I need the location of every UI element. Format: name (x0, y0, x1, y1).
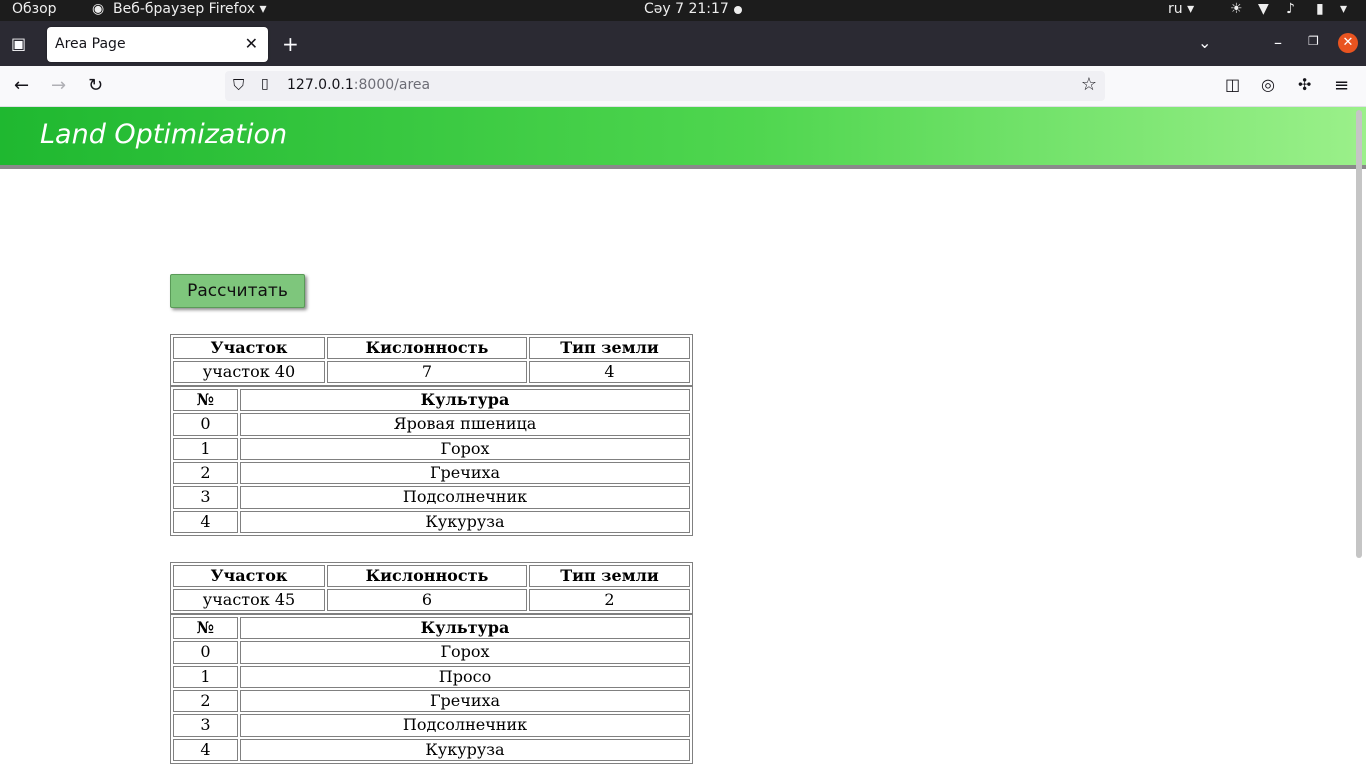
header-crop: Культура (240, 617, 690, 640)
crop-name: Яровая пшеница (240, 413, 690, 436)
table-row: участок 45 6 2 (173, 589, 690, 611)
crop-name: Просо (240, 665, 690, 688)
crop-number: 2 (173, 689, 238, 713)
crop-number: 1 (173, 665, 238, 688)
page-header: Land Optimization (0, 107, 1366, 169)
table-row: 1 Просо (173, 665, 690, 688)
header-acidity: Кислонность (327, 565, 527, 587)
close-tab-icon[interactable]: ✕ (245, 34, 258, 53)
page-title: Land Optimization (40, 119, 288, 150)
crop-name: Гречиха (240, 689, 690, 713)
soil-type-value: 4 (529, 361, 690, 383)
table-row: участок 40 7 4 (173, 361, 690, 383)
header-crop: Культура (240, 389, 690, 412)
table-row: 0 Горох (173, 641, 690, 664)
crop-table: № Культура 0 Яровая пшеница 1 Горох 2 Гречи… (170, 386, 693, 536)
bookmark-star-icon[interactable]: ☆ (1081, 74, 1097, 95)
account-icon[interactable]: ◎ (1261, 75, 1275, 94)
maximize-icon[interactable]: ❐ (1308, 34, 1319, 48)
page-scrollbar[interactable] (1356, 110, 1362, 558)
crop-number: 1 (173, 437, 238, 460)
reload-icon[interactable]: ↻ (88, 75, 103, 96)
pocket-icon[interactable]: ◫ (1225, 75, 1240, 94)
header-soil-type: Тип земли (529, 565, 690, 587)
forward-icon: → (51, 75, 67, 96)
clock[interactable]: Сәу 7 21:17 (644, 1, 729, 17)
table-row: 1 Горох (173, 437, 690, 460)
notification-dot (734, 6, 742, 14)
tab-overview-icon[interactable]: ▣ (11, 34, 26, 53)
table-row: 3 Подсолнечник (173, 486, 690, 509)
activities-button[interactable]: Обзор (12, 1, 57, 17)
crop-number: 3 (173, 714, 238, 737)
list-tabs-chevron-icon[interactable]: ⌄ (1198, 33, 1211, 52)
crop-number: 2 (173, 461, 238, 485)
menu-icon[interactable]: ≡ (1334, 75, 1349, 96)
crop-name: Кукуруза (240, 738, 690, 761)
url-text[interactable]: 127.0.0.1:8000/area (287, 77, 430, 93)
plot-info-table: Участок Кислонность Тип земли участок 45… (170, 562, 693, 614)
header-plot: Участок (173, 565, 325, 587)
crop-number: 0 (173, 413, 238, 436)
header-number: № (173, 389, 238, 412)
back-icon[interactable]: ← (14, 75, 29, 96)
brightness-icon[interactable]: ☀ (1230, 1, 1243, 17)
volume-icon[interactable]: ♪ (1286, 1, 1295, 17)
table-row: 2 Гречиха (173, 689, 690, 713)
system-top-bar: Обзор ◉ Веб-браузер Firefox ▾ Сәу 7 21:1… (0, 0, 1366, 21)
tab-area-page[interactable]: Area Page ✕ (47, 27, 268, 62)
system-menu-chevron-icon[interactable]: ▾ (1340, 1, 1347, 17)
battery-icon[interactable]: ▮ (1316, 1, 1324, 17)
table-header-row: Участок Кислонность Тип земли (173, 565, 690, 587)
table-row: 4 Кукуруза (173, 510, 690, 533)
crop-name: Кукуруза (240, 510, 690, 533)
crop-number: 4 (173, 738, 238, 761)
table-row: 3 Подсолнечник (173, 714, 690, 737)
crop-name: Горох (240, 437, 690, 460)
header-soil-type: Тип земли (529, 337, 690, 359)
crop-number: 4 (173, 510, 238, 533)
crop-name: Подсолнечник (240, 486, 690, 509)
calculate-button[interactable]: Рассчитать (170, 274, 305, 308)
plot-name: участок 45 (173, 589, 325, 611)
new-tab-icon[interactable]: + (282, 32, 299, 56)
app-menu[interactable]: Веб-браузер Firefox ▾ (113, 1, 267, 17)
browser-nav-bar: ← → ↻ ⛉ ▯ 127.0.0.1:8000/area ☆ ◫ ◎ ✣ ≡ (0, 66, 1366, 107)
crop-name: Горох (240, 641, 690, 664)
tab-title: Area Page (55, 36, 126, 52)
plot-info-table: Участок Кислонность Тип земли участок 40… (170, 334, 693, 386)
crop-number: 0 (173, 641, 238, 664)
header-acidity: Кислонность (327, 337, 527, 359)
acidity-value: 6 (327, 589, 527, 611)
header-plot: Участок (173, 337, 325, 359)
table-header-row: № Культура (173, 389, 690, 412)
crop-table: № Культура 0 Горох 1 Просо 2 Гречиха 3 Подсо… (170, 614, 693, 764)
crop-name: Гречиха (240, 461, 690, 485)
close-window-icon[interactable]: ✕ (1338, 33, 1358, 53)
language-indicator[interactable]: ru ▾ (1168, 1, 1194, 17)
firefox-app-icon: ◉ (92, 1, 105, 17)
plot-name: участок 40 (173, 361, 325, 383)
wifi-icon[interactable]: ▼ (1258, 1, 1269, 17)
soil-type-value: 2 (529, 589, 690, 611)
crop-number: 3 (173, 486, 238, 509)
shield-icon[interactable]: ⛉ (233, 76, 244, 94)
table-header-row: Участок Кислонность Тип земли (173, 337, 690, 359)
url-bar[interactable]: ⛉ ▯ 127.0.0.1:8000/area ☆ (225, 71, 1105, 101)
extensions-icon[interactable]: ✣ (1298, 75, 1311, 94)
page-icon[interactable]: ▯ (261, 76, 269, 92)
table-row: 0 Яровая пшеница (173, 413, 690, 436)
table-header-row: № Культура (173, 617, 690, 640)
header-number: № (173, 617, 238, 640)
table-row: 4 Кукуруза (173, 738, 690, 761)
acidity-value: 7 (327, 361, 527, 383)
minimize-icon[interactable]: – (1274, 33, 1282, 52)
table-row: 2 Гречиха (173, 461, 690, 485)
crop-name: Подсолнечник (240, 714, 690, 737)
